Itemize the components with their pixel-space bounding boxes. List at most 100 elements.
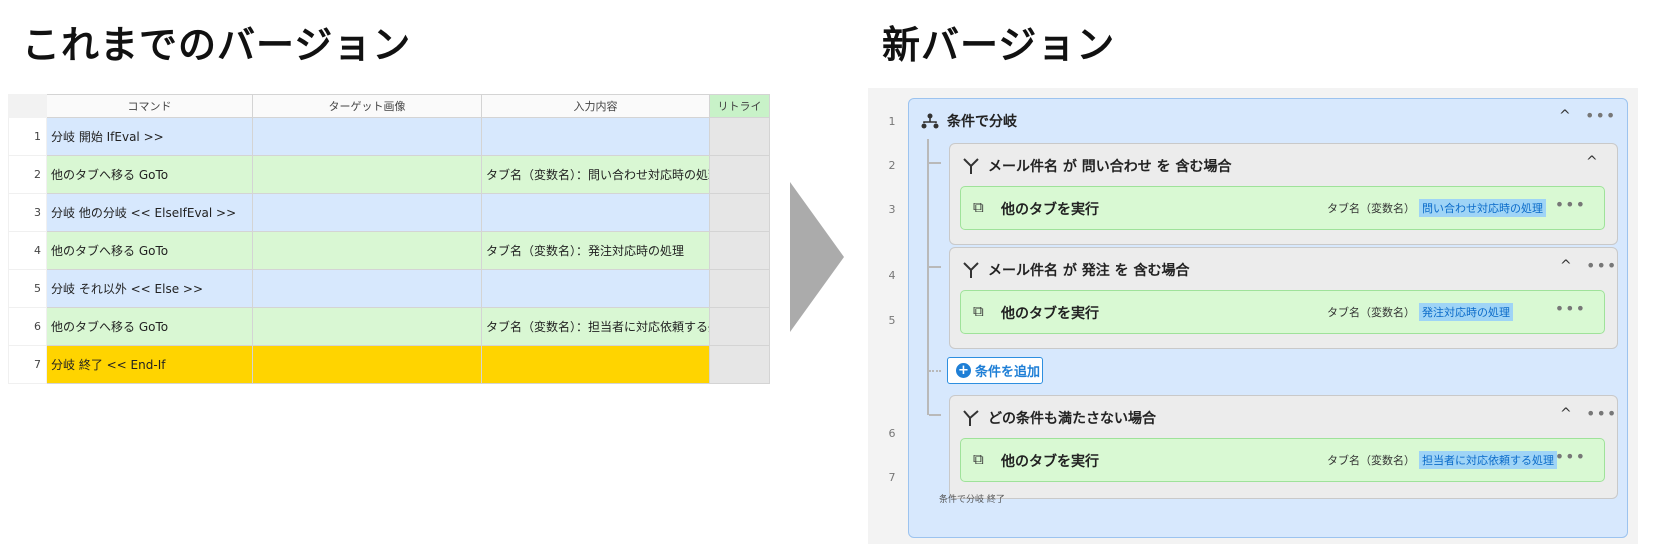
param-value[interactable]: 発注対応時の処理 (1419, 303, 1513, 321)
line-number: 1 (888, 115, 896, 128)
old-version-heading: これまでのバージョン (22, 23, 412, 67)
target-image-cell[interactable] (252, 231, 482, 270)
table-row[interactable]: 6 他のタブへ移る GoTo タブ名（変数名）：担当者に対応依頼する処理 (8, 307, 770, 346)
retry-cell[interactable] (709, 269, 770, 308)
column-header-target-image[interactable]: ターゲット画像 (252, 94, 482, 118)
table-row[interactable]: 5 分岐 それ以外 << Else >> (8, 269, 770, 308)
retry-cell[interactable] (709, 117, 770, 156)
command-cell[interactable]: 他のタブへ移る GoTo (46, 307, 253, 346)
more-dots-icon[interactable]: ••• (1586, 404, 1617, 423)
line-number: 7 (888, 471, 896, 484)
more-dots-icon[interactable]: ••• (1555, 447, 1586, 466)
line-number: 6 (888, 427, 896, 440)
input-cell[interactable]: タブ名（変数名）：担当者に対応依頼する処理 (481, 307, 710, 346)
param-label: タブ名（変数名） (1327, 202, 1415, 215)
tree-line (929, 414, 941, 416)
action-label: 他のタブを実行 (1001, 454, 1099, 470)
add-condition-button[interactable]: + 条件を追加 (947, 357, 1043, 384)
fork-icon (963, 262, 979, 278)
target-image-cell[interactable] (252, 307, 482, 346)
row-number: 6 (8, 307, 47, 346)
condition-header: どの条件も満たさない場合 (962, 408, 1156, 428)
command-cell[interactable]: 分岐 それ以外 << Else >> (46, 269, 253, 308)
branch-end-label: 条件で分岐 終了 (939, 495, 1005, 505)
retry-cell[interactable] (709, 231, 770, 270)
chevron-up-icon[interactable]: ^ (1560, 258, 1572, 274)
new-version-heading: 新バージョン (882, 23, 1116, 67)
column-header-input[interactable]: 入力内容 (481, 94, 710, 118)
more-dots-icon[interactable]: ••• (1585, 106, 1616, 125)
action-row[interactable]: ⧉ 他のタブを実行 タブ名（変数名） 問い合わせ対応時の処理 ••• (960, 186, 1605, 230)
column-header-command[interactable]: コマンド (46, 94, 253, 118)
line-number: 3 (888, 203, 896, 216)
branch-header: 条件で分岐 (921, 111, 1017, 131)
condition-block[interactable]: メール件名 が 発注 を 含む場合 ^ ••• ⧉ 他のタブを実行 タブ名（変数… (949, 247, 1618, 349)
param-label: タブ名（変数名） (1327, 454, 1415, 467)
row-number: 2 (8, 155, 47, 194)
action-row[interactable]: ⧉ 他のタブを実行 タブ名（変数名） 担当者に対応依頼する処理 ••• (960, 438, 1605, 482)
branch-block[interactable]: 条件で分岐 ^ ••• メール件名 が 問い合わせ を 含む場合 ^ ⧉ 他のタ… (908, 98, 1628, 538)
fork-icon (963, 410, 979, 426)
retry-cell[interactable] (709, 193, 770, 232)
retry-cell[interactable] (709, 155, 770, 194)
fork-icon (963, 158, 979, 174)
command-cell[interactable]: 他のタブへ移る GoTo (46, 155, 253, 194)
table-row[interactable]: 4 他のタブへ移る GoTo タブ名（変数名）：発注対応時の処理 (8, 231, 770, 270)
new-version-panel: 1 2 3 4 5 6 7 条件で分岐 ^ ••• メール件名 が 問い合わせ … (868, 88, 1638, 544)
table-header-row: コマンド ターゲット画像 入力内容 リトライ (8, 94, 770, 118)
chevron-up-icon[interactable]: ^ (1560, 406, 1572, 422)
param-label: タブ名（変数名） (1327, 306, 1415, 319)
row-number: 5 (8, 269, 47, 308)
plus-circle-icon: + (956, 363, 971, 378)
row-number: 7 (8, 345, 47, 384)
target-image-cell[interactable] (252, 155, 482, 194)
condition-label: メール件名 が 問い合わせ を 含む場合 (988, 159, 1232, 175)
column-header-retry[interactable]: リトライ (709, 94, 770, 118)
tree-line (929, 266, 941, 268)
row-number: 4 (8, 231, 47, 270)
condition-header: メール件名 が 問い合わせ を 含む場合 (962, 156, 1232, 176)
command-cell[interactable]: 分岐 開始 IfEval >> (46, 117, 253, 156)
command-cell[interactable]: 他のタブへ移る GoTo (46, 231, 253, 270)
input-cell[interactable] (481, 269, 710, 308)
param-value[interactable]: 担当者に対応依頼する処理 (1419, 451, 1557, 469)
table-row[interactable]: 1 分岐 開始 IfEval >> (8, 117, 770, 156)
table-row[interactable]: 7 分岐 終了 << End-If (8, 345, 770, 384)
chevron-up-icon[interactable]: ^ (1559, 108, 1571, 124)
target-image-cell[interactable] (252, 269, 482, 308)
input-cell[interactable]: タブ名（変数名）：発注対応時の処理 (481, 231, 710, 270)
target-image-cell[interactable] (252, 193, 482, 232)
condition-block[interactable]: どの条件も満たさない場合 ^ ••• ⧉ 他のタブを実行 タブ名（変数名） 担当… (949, 395, 1618, 499)
row-number: 1 (8, 117, 47, 156)
line-number: 4 (888, 269, 896, 282)
command-cell[interactable]: 分岐 終了 << End-If (46, 345, 253, 384)
target-image-cell[interactable] (252, 117, 482, 156)
table-row[interactable]: 3 分岐 他の分岐 << ElseIfEval >> (8, 193, 770, 232)
line-number: 5 (888, 314, 896, 327)
more-dots-icon[interactable]: ••• (1555, 195, 1586, 214)
more-dots-icon[interactable]: ••• (1586, 256, 1617, 275)
condition-header: メール件名 が 発注 を 含む場合 (962, 260, 1190, 280)
param-value[interactable]: 問い合わせ対応時の処理 (1419, 199, 1546, 217)
branch-title: 条件で分岐 (947, 114, 1017, 130)
table-row[interactable]: 2 他のタブへ移る GoTo タブ名（変数名）：問い合わせ対応時の処理 (8, 155, 770, 194)
retry-cell[interactable] (709, 345, 770, 384)
chevron-up-icon[interactable]: ^ (1586, 154, 1598, 170)
branch-icon (921, 113, 939, 129)
retry-cell[interactable] (709, 307, 770, 346)
input-cell[interactable] (481, 345, 710, 384)
input-cell[interactable]: タブ名（変数名）：問い合わせ対応時の処理 (481, 155, 710, 194)
command-cell[interactable]: 分岐 他の分岐 << ElseIfEval >> (46, 193, 253, 232)
action-row[interactable]: ⧉ 他のタブを実行 タブ名（変数名） 発注対応時の処理 ••• (960, 290, 1605, 334)
arrow-right-icon (790, 182, 844, 332)
input-cell[interactable] (481, 193, 710, 232)
input-cell[interactable] (481, 117, 710, 156)
tree-line (929, 162, 941, 164)
more-dots-icon[interactable]: ••• (1555, 299, 1586, 318)
tab-run-icon: ⧉ (973, 198, 984, 216)
condition-label: メール件名 が 発注 を 含む場合 (988, 263, 1190, 279)
row-number: 3 (8, 193, 47, 232)
tab-run-icon: ⧉ (973, 450, 984, 468)
target-image-cell[interactable] (252, 345, 482, 384)
condition-block[interactable]: メール件名 が 問い合わせ を 含む場合 ^ ⧉ 他のタブを実行 タブ名（変数名… (949, 143, 1618, 245)
